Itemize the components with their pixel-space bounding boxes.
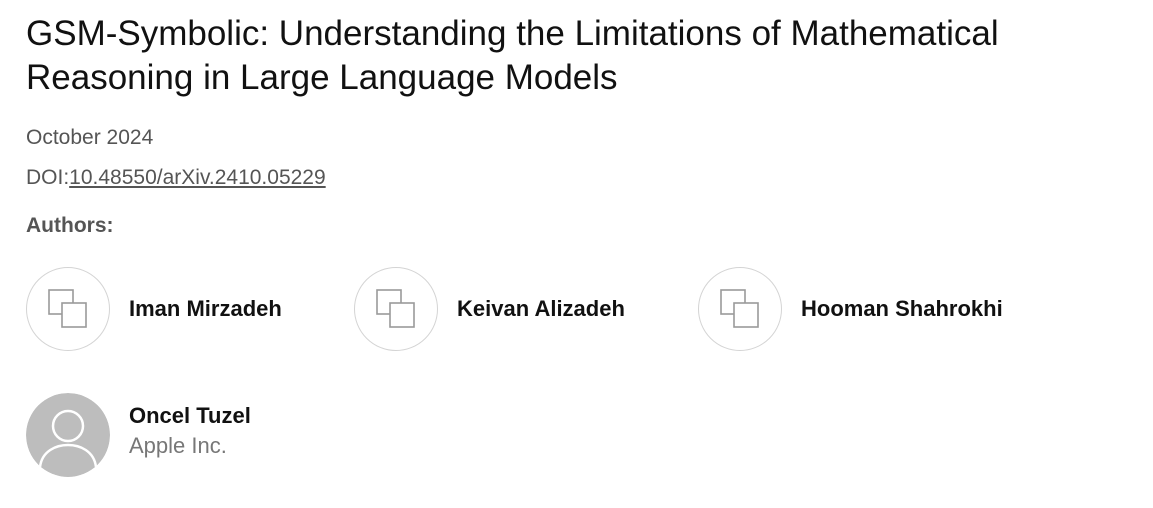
- profile-placeholder-icon: [26, 267, 110, 351]
- author-name[interactable]: Keivan Alizadeh: [457, 296, 625, 322]
- author-card[interactable]: Hooman Shahrokhi: [698, 267, 1038, 351]
- author-row: Oncel Tuzel Apple Inc.: [26, 393, 1127, 477]
- author-row: Iman Mirzadeh Keivan Alizadeh Hooman Sha…: [26, 267, 1127, 351]
- default-user-avatar-icon: [26, 393, 110, 477]
- publication-date: October 2024: [26, 126, 154, 149]
- author-card[interactable]: Oncel Tuzel Apple Inc.: [26, 393, 251, 477]
- author-card[interactable]: Keivan Alizadeh: [354, 267, 698, 351]
- profile-placeholder-icon: [354, 267, 438, 351]
- author-info: Oncel Tuzel Apple Inc.: [129, 401, 251, 461]
- doi-prefix: DOI:: [26, 166, 70, 189]
- profile-placeholder-icon: [698, 267, 782, 351]
- author-affiliation: Apple Inc.: [129, 433, 227, 458]
- doi-line: DOI:10.48550/arXiv.2410.05229: [26, 166, 1127, 190]
- authors-heading: Authors:: [26, 214, 114, 237]
- doi-link[interactable]: 10.48550/arXiv.2410.05229: [69, 166, 326, 189]
- author-name[interactable]: Iman Mirzadeh: [129, 296, 282, 322]
- author-name[interactable]: Hooman Shahrokhi: [801, 296, 1003, 322]
- author-card[interactable]: Iman Mirzadeh: [26, 267, 354, 351]
- publication-page: GSM-Symbolic: Understanding the Limitati…: [0, 0, 1153, 508]
- author-name[interactable]: Oncel Tuzel: [129, 401, 251, 431]
- paper-title: GSM-Symbolic: Understanding the Limitati…: [26, 14, 999, 97]
